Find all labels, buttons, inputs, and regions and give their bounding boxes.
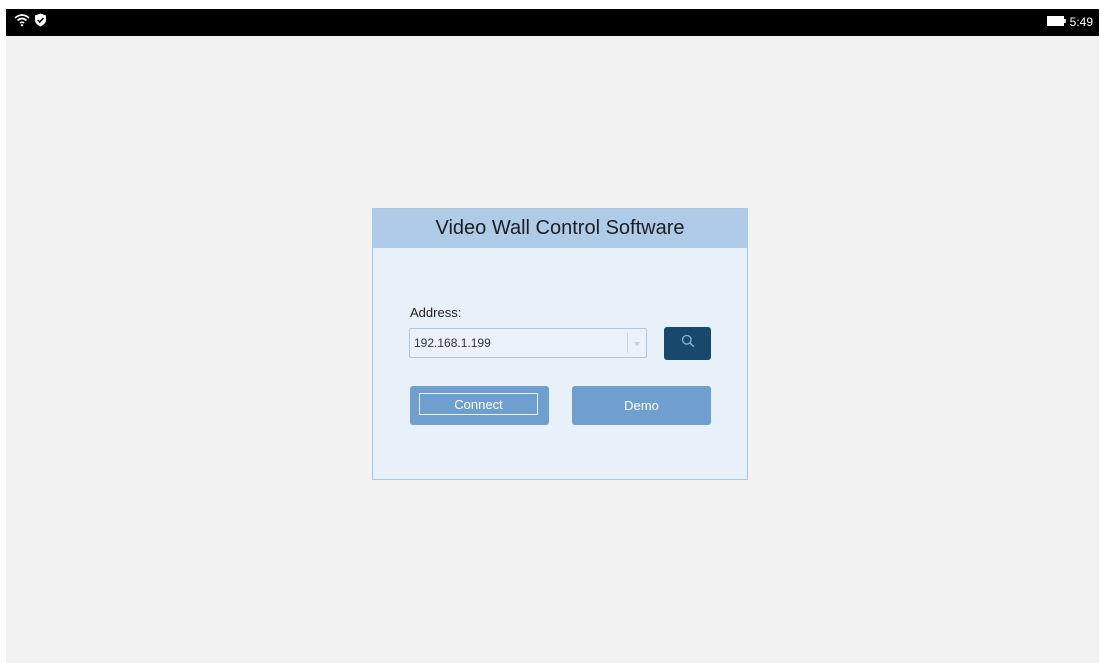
connect-button-label: Connect	[454, 396, 503, 412]
address-combobox[interactable]: 192.168.1.199	[409, 328, 647, 358]
battery-icon	[1046, 15, 1066, 29]
dialog-title: Video Wall Control Software	[435, 217, 685, 239]
status-icons	[14, 13, 47, 31]
status-right: 5:49	[1046, 13, 1093, 31]
address-label: Address:	[410, 305, 462, 320]
chevron-down-icon[interactable]	[632, 339, 642, 349]
dropdown-divider	[627, 333, 628, 353]
app-screen: 5:49 Video Wall Control Software Address…	[6, 9, 1099, 663]
connect-button[interactable]: Connect	[410, 386, 549, 425]
status-time: 5:49	[1069, 15, 1093, 29]
status-bar: 5:49	[6, 9, 1099, 36]
demo-button[interactable]: Demo	[572, 386, 711, 425]
wifi-icon	[14, 13, 30, 32]
shield-check-icon	[34, 13, 47, 32]
connection-dialog: Video Wall Control Software Address: 192…	[372, 208, 748, 480]
dialog-header: Video Wall Control Software	[373, 209, 747, 248]
search-icon	[681, 334, 695, 353]
address-input-value[interactable]: 192.168.1.199	[414, 336, 491, 350]
search-button[interactable]	[664, 327, 711, 360]
connect-focus-ring: Connect	[419, 393, 538, 415]
demo-button-label: Demo	[624, 398, 659, 413]
